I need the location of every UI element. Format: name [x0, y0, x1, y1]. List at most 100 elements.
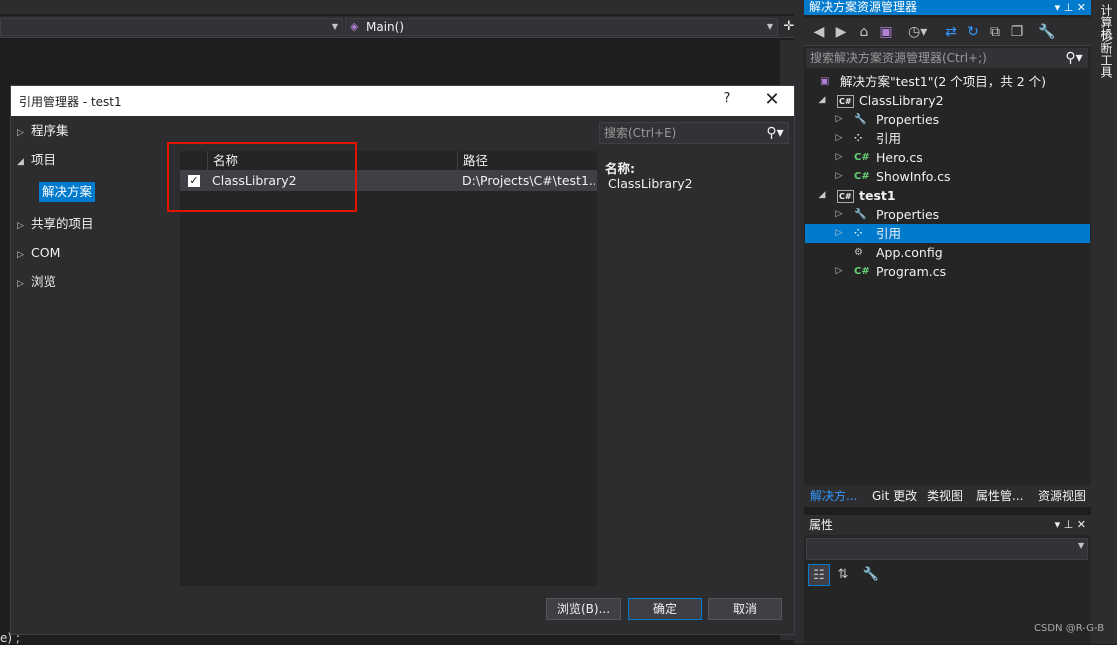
- back-icon[interactable]: ◀: [810, 22, 828, 42]
- tree-item-label: Hero.cs: [876, 150, 923, 165]
- tab-resource-view[interactable]: 资源视图: [1038, 486, 1086, 506]
- close-button[interactable]: ✕: [759, 89, 785, 113]
- nav-label: 共享的项目: [31, 216, 94, 231]
- tab-class-view[interactable]: 类视图: [927, 486, 963, 506]
- home-icon[interactable]: ⌂: [855, 22, 873, 42]
- tree-item-label: 引用: [876, 226, 902, 241]
- categorized-icon[interactable]: ☷: [808, 564, 830, 586]
- cancel-button[interactable]: 取消: [708, 598, 782, 620]
- config-file-icon: ⚙: [854, 247, 863, 258]
- chevron-down-icon[interactable]: ▼: [1078, 541, 1084, 550]
- tab-git-changes[interactable]: Git 更改: [872, 486, 917, 506]
- property-pages-icon[interactable]: 🔧: [860, 564, 882, 586]
- collapse-arrow-icon[interactable]: ◢: [817, 186, 827, 205]
- tree-item[interactable]: ▷ C# Hero.cs: [805, 148, 1090, 167]
- tree-item[interactable]: ▷ ⁘ 引用: [805, 224, 1090, 243]
- browse-button[interactable]: 浏览(B)...: [546, 598, 621, 620]
- csharp-project-icon: C#: [837, 95, 854, 108]
- nav-com[interactable]: ▷ COM: [17, 242, 60, 264]
- tree-item-label: test1: [859, 188, 896, 203]
- expand-arrow-icon[interactable]: ▷: [834, 224, 844, 243]
- tree-item-label: App.config: [876, 245, 943, 260]
- reference-list: [180, 151, 597, 586]
- alphabetical-icon[interactable]: ⇅: [832, 564, 854, 586]
- highlight-box: [167, 142, 357, 212]
- panel-window-buttons[interactable]: ▾ ⊥ ✕: [1040, 0, 1090, 15]
- expand-arrow-icon: ▷: [17, 250, 24, 260]
- nav-projects[interactable]: ◢ 项目: [17, 149, 56, 171]
- editor-tab-strip: [0, 0, 800, 14]
- tree-item[interactable]: ▣ 解决方案"test1"(2 个项目，共 2 个): [805, 72, 1090, 91]
- forward-icon[interactable]: ▶: [832, 22, 850, 42]
- nav-label: COM: [31, 245, 61, 260]
- collapse-arrow-icon[interactable]: ◢: [817, 91, 827, 110]
- tree-item-label: Program.cs: [876, 264, 947, 279]
- expand-arrow-icon[interactable]: ▷: [834, 205, 844, 224]
- tree-item-label: ShowInfo.cs: [876, 169, 951, 184]
- nav-shared-projects[interactable]: ▷ 共享的项目: [17, 213, 94, 235]
- expand-arrow-icon[interactable]: ▷: [834, 129, 844, 148]
- tree-item-label: ClassLibrary2: [859, 93, 944, 108]
- watermark: CSDN @R-G-B: [1034, 623, 1105, 634]
- tree-item-label: Properties: [876, 207, 940, 222]
- nav-assemblies[interactable]: ▷ 程序集: [17, 120, 69, 142]
- tree-item-label: 引用: [876, 131, 902, 146]
- csharp-file-icon: C#: [854, 266, 870, 277]
- tree-item[interactable]: ▷ C# Program.cs: [805, 262, 1090, 281]
- tree-item[interactable]: ◢ C# test1: [805, 186, 1090, 205]
- tree-item-label: 解决方案"test1"(2 个项目，共 2 个): [840, 74, 1047, 89]
- tree-item[interactable]: ▷ C# ShowInfo.cs: [805, 167, 1090, 186]
- expand-arrow-icon[interactable]: ▷: [834, 262, 844, 281]
- properties-wrench-icon[interactable]: 🔧: [1038, 22, 1056, 42]
- tree-item[interactable]: ⚙ App.config: [805, 243, 1090, 262]
- method-dropdown[interactable]: ◈ Main() ▼: [345, 18, 778, 36]
- side-tool-strip: [1091, 0, 1117, 644]
- tab-solution-explorer[interactable]: 解决方...: [810, 486, 857, 506]
- solution-search-input[interactable]: 搜索解决方案资源管理器(Ctrl+;): [806, 48, 1088, 68]
- tab-property-manager[interactable]: 属性管...: [976, 486, 1023, 506]
- dialog-title: 引用管理器 - test1: [19, 95, 122, 109]
- show-all-files-icon[interactable]: ❐: [1008, 22, 1026, 42]
- references-icon: ⁘: [854, 228, 863, 239]
- sync-icon[interactable]: ⇄: [942, 22, 960, 42]
- expand-arrow-icon[interactable]: ▷: [834, 110, 844, 129]
- expand-arrow-icon[interactable]: ▷: [834, 148, 844, 167]
- search-icon[interactable]: ⚲▾: [1060, 48, 1088, 68]
- expand-arrow-icon[interactable]: ▷: [834, 167, 844, 186]
- nav-solution[interactable]: 解决方案: [39, 182, 96, 202]
- type-dropdown[interactable]: ▼: [0, 18, 343, 36]
- collapse-arrow-icon: ◢: [17, 157, 24, 167]
- tree-item[interactable]: ▷ ⁘ 引用: [805, 129, 1090, 148]
- method-icon: ◈: [350, 20, 359, 33]
- column-header-path[interactable]: 路径: [457, 151, 597, 171]
- expand-arrow-icon: ▷: [17, 221, 24, 231]
- tree-item[interactable]: ▷ 🔧 Properties: [805, 110, 1090, 129]
- panel-window-buttons[interactable]: ▾ ⊥ ✕: [1036, 515, 1090, 535]
- dialog-title-bar: 引用管理器 - test1 ? ✕: [11, 86, 794, 116]
- nav-label: 项目: [31, 152, 57, 167]
- method-dropdown-value: Main(): [366, 20, 405, 34]
- detail-value: ClassLibrary2: [608, 176, 693, 191]
- detail-label: 名称:: [605, 161, 635, 176]
- window-splitter[interactable]: [794, 0, 804, 644]
- nav-label: 程序集: [31, 123, 69, 138]
- help-button[interactable]: ?: [715, 91, 739, 111]
- expand-arrow-icon: ▷: [17, 128, 24, 138]
- csharp-file-icon: C#: [854, 152, 870, 163]
- expand-arrow-icon: ▷: [17, 279, 24, 289]
- nav-browse[interactable]: ▷ 浏览: [17, 271, 56, 293]
- ok-button[interactable]: 确定: [628, 598, 702, 620]
- solution-icon: ▣: [820, 76, 830, 87]
- tree-item[interactable]: ◢ C# ClassLibrary2: [805, 91, 1090, 110]
- references-icon: ⁘: [854, 133, 863, 144]
- refresh-icon[interactable]: ↻: [964, 22, 982, 42]
- object-selector-dropdown[interactable]: [806, 538, 1088, 560]
- tree-item[interactable]: ▷ 🔧 Properties: [805, 205, 1090, 224]
- row-path: D:\Projects\C#\test1...: [462, 173, 595, 188]
- csharp-file-icon: C#: [854, 171, 870, 182]
- search-icon[interactable]: ⚲▾: [761, 122, 789, 144]
- collapse-all-icon[interactable]: ⧉: [986, 22, 1004, 42]
- pending-changes-icon[interactable]: ◷▾: [908, 22, 927, 42]
- vertical-tab-diagnostics[interactable]: 诊断工具: [1098, 30, 1115, 78]
- switch-views-icon[interactable]: ▣: [877, 22, 895, 42]
